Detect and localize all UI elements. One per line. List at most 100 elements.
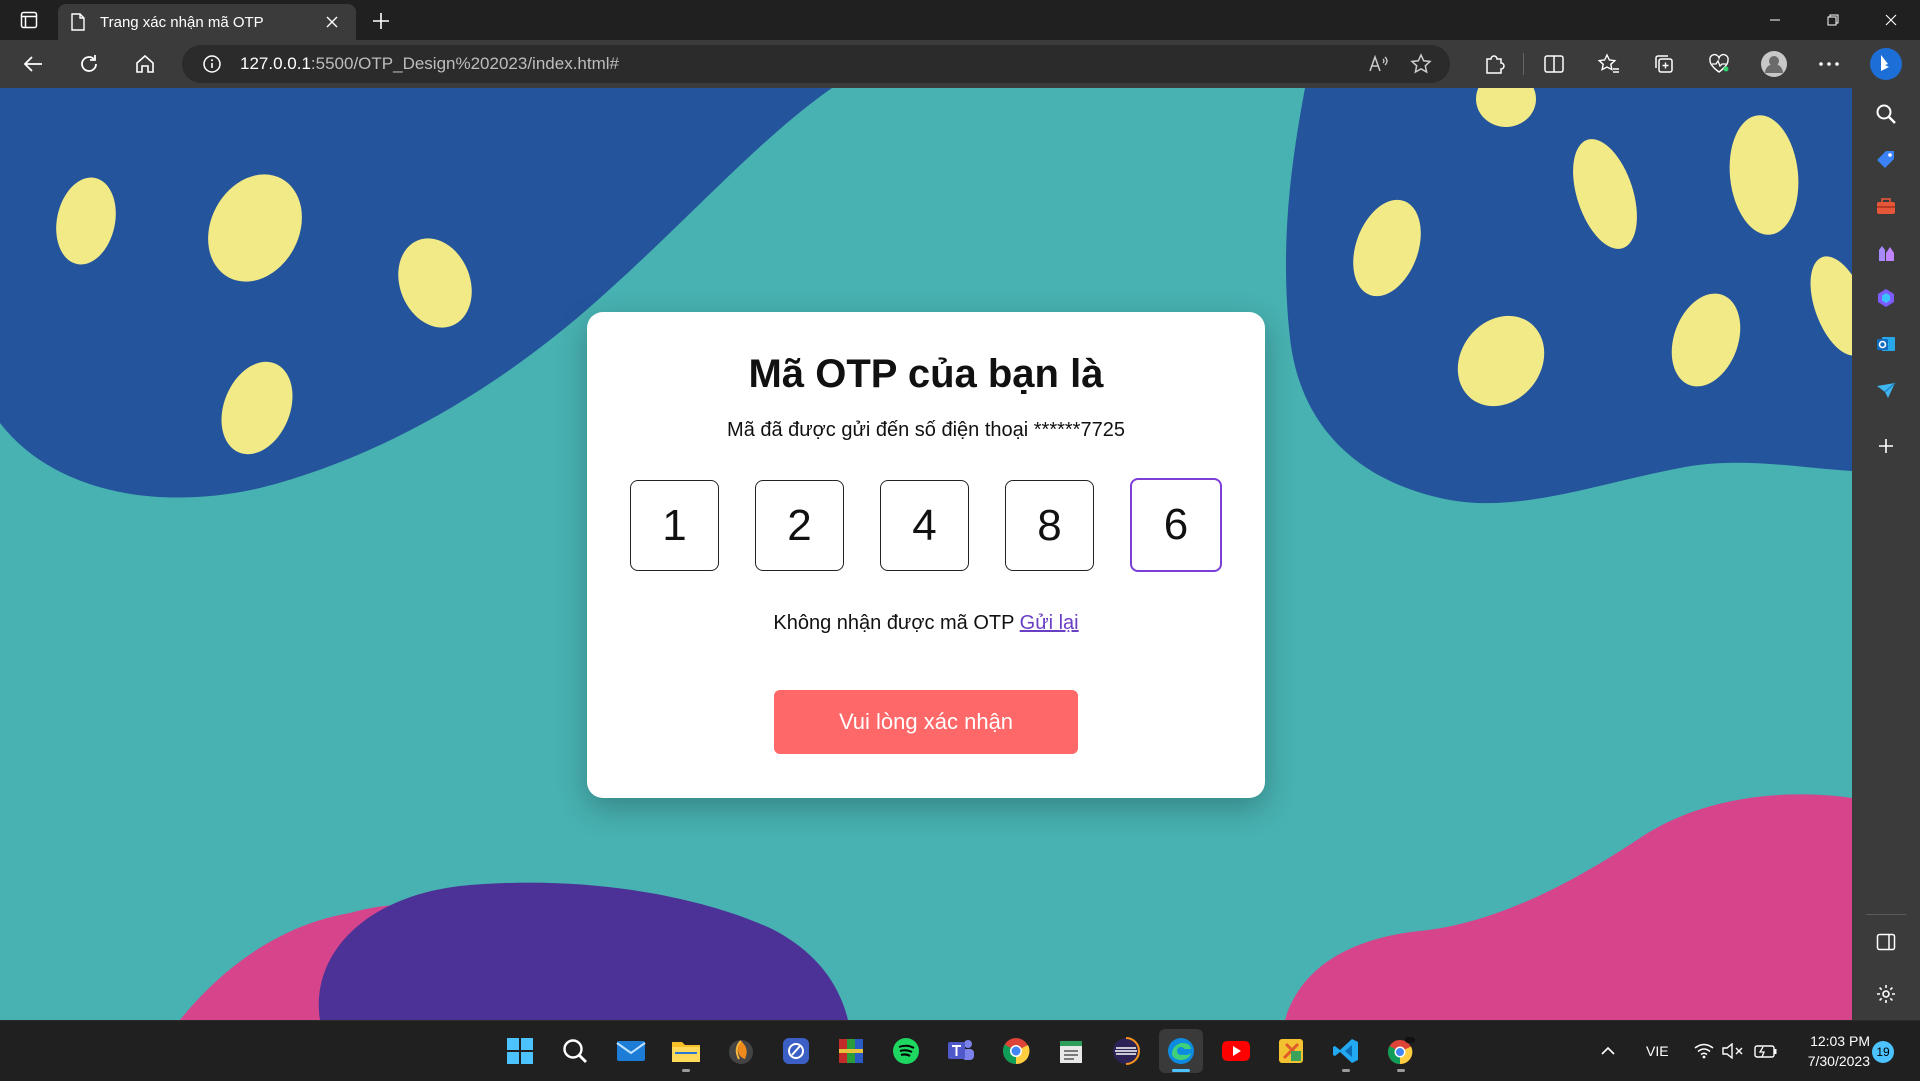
read-aloud-icon bbox=[1369, 54, 1388, 72]
taskbar-youtube[interactable] bbox=[1214, 1029, 1258, 1073]
sidebar-settings-button[interactable] bbox=[1852, 970, 1920, 1018]
teams-icon bbox=[948, 1040, 974, 1060]
otp-digit-1[interactable]: 1 bbox=[630, 480, 719, 571]
close-window-button[interactable] bbox=[1862, 0, 1920, 40]
sidebar-microsoft365-button[interactable] bbox=[1852, 274, 1920, 322]
notepad-icon bbox=[1060, 1041, 1082, 1063]
bing-copilot-button[interactable] bbox=[1852, 40, 1920, 88]
taskbar-search-button[interactable] bbox=[553, 1029, 597, 1073]
running-indicator bbox=[1397, 1069, 1405, 1072]
paper-plane-icon bbox=[1877, 382, 1896, 398]
profile-button[interactable] bbox=[1746, 40, 1801, 88]
more-dots-icon bbox=[1818, 62, 1839, 66]
browser-tab[interactable]: Trang xác nhận mã OTP bbox=[58, 4, 356, 40]
sidebar-outlook-button[interactable] bbox=[1852, 320, 1920, 368]
taskbar-chrome-beta[interactable] bbox=[1379, 1029, 1423, 1073]
site-info-icon[interactable] bbox=[202, 54, 222, 74]
otp-digit-2[interactable]: 2 bbox=[755, 480, 844, 571]
split-screen-button[interactable] bbox=[1526, 40, 1581, 88]
tab-actions-button[interactable] bbox=[0, 0, 58, 40]
sidebar-panel-icon bbox=[1876, 933, 1896, 951]
windows-taskbar: VIE 12:03 PM 7/30/2023 19 bbox=[0, 1020, 1920, 1080]
sidebar-shopping-button[interactable] bbox=[1852, 136, 1920, 184]
tray-overflow-button[interactable] bbox=[1600, 1021, 1616, 1081]
otp-digit-5[interactable]: 6 bbox=[1130, 478, 1222, 572]
vscode-icon bbox=[1333, 1039, 1358, 1063]
taskbar-file-explorer[interactable] bbox=[664, 1029, 708, 1073]
extensions-button[interactable] bbox=[1466, 40, 1521, 88]
taskbar-game-launcher[interactable] bbox=[774, 1029, 818, 1073]
taskbar-tools-app[interactable] bbox=[1269, 1029, 1313, 1073]
back-button[interactable] bbox=[12, 46, 54, 82]
taskbar-fl-studio[interactable] bbox=[719, 1029, 763, 1073]
tab-strip: Trang xác nhận mã OTP bbox=[0, 0, 1920, 40]
taskbar-winrar[interactable] bbox=[829, 1029, 873, 1073]
collections-button[interactable] bbox=[1636, 40, 1691, 88]
taskbar-edge[interactable] bbox=[1159, 1029, 1203, 1073]
page-title: Mã OTP của bạn là bbox=[748, 352, 1104, 396]
refresh-icon bbox=[81, 55, 97, 72]
sidebar-add-button[interactable] bbox=[1852, 422, 1920, 470]
outlook-icon bbox=[1877, 337, 1895, 351]
taskbar-chrome[interactable] bbox=[994, 1029, 1038, 1073]
star-icon bbox=[1410, 53, 1432, 74]
start-button[interactable] bbox=[498, 1029, 542, 1073]
address-bar[interactable]: 127.0.0.1:5500/OTP_Design%202023/index.h… bbox=[182, 45, 1450, 83]
taskbar-clock[interactable]: 12:03 PM 7/30/2023 bbox=[1790, 1031, 1870, 1071]
otp-digit-3[interactable]: 4 bbox=[880, 480, 969, 571]
wifi-status[interactable] bbox=[1694, 1021, 1714, 1081]
confirm-button[interactable]: Vui lòng xác nhận bbox=[774, 690, 1078, 754]
notification-badge[interactable]: 19 bbox=[1872, 1041, 1894, 1063]
taskbar-teams[interactable] bbox=[939, 1029, 983, 1073]
new-tab-button[interactable] bbox=[366, 6, 396, 36]
taskbar-spotify[interactable] bbox=[884, 1029, 928, 1073]
resend-line: Không nhận được mã OTP Gửi lại bbox=[587, 612, 1265, 635]
games-icon bbox=[1879, 246, 1894, 261]
winrar-icon bbox=[839, 1039, 863, 1063]
sidebar-tools-button[interactable] bbox=[1852, 182, 1920, 230]
taskbar-eclipse[interactable] bbox=[1104, 1029, 1148, 1073]
read-aloud-button[interactable] bbox=[1362, 49, 1396, 79]
volume-status[interactable] bbox=[1722, 1021, 1744, 1081]
battery-icon bbox=[1754, 1045, 1777, 1058]
back-arrow-icon bbox=[23, 56, 42, 72]
favorite-star-button[interactable] bbox=[1404, 49, 1438, 79]
refresh-button[interactable] bbox=[68, 46, 110, 82]
puzzle-icon bbox=[1485, 55, 1505, 74]
resend-link[interactable]: Gửi lại bbox=[1020, 612, 1079, 634]
home-button[interactable] bbox=[124, 46, 166, 82]
battery-status[interactable] bbox=[1754, 1021, 1778, 1081]
game-launcher-icon bbox=[783, 1038, 809, 1064]
browser-toolbar: 127.0.0.1:5500/OTP_Design%202023/index.h… bbox=[0, 40, 1920, 88]
windows-logo-icon bbox=[507, 1038, 533, 1064]
page-icon bbox=[71, 13, 85, 31]
restore-icon bbox=[1827, 14, 1839, 26]
chrome-icon bbox=[1002, 1038, 1030, 1065]
sidebar-games-button[interactable] bbox=[1852, 228, 1920, 276]
taskbar-mail[interactable] bbox=[609, 1029, 653, 1073]
edge-icon bbox=[1168, 1038, 1194, 1064]
restore-button[interactable] bbox=[1804, 0, 1862, 40]
hide-sidebar-button[interactable] bbox=[1852, 918, 1920, 966]
browser-essentials-button[interactable] bbox=[1691, 40, 1746, 88]
resend-text: Không nhận được mã OTP bbox=[773, 612, 1015, 634]
otp-digit-4[interactable]: 8 bbox=[1005, 480, 1094, 571]
url-text[interactable]: 127.0.0.1:5500/OTP_Design%202023/index.h… bbox=[240, 54, 1354, 74]
folder-icon bbox=[672, 1042, 700, 1062]
taskbar-notepad[interactable] bbox=[1049, 1029, 1093, 1073]
spotify-icon bbox=[893, 1038, 919, 1064]
sidebar-search-button[interactable] bbox=[1852, 90, 1920, 138]
close-tab-button[interactable] bbox=[320, 10, 344, 34]
otp-input-row: 1 2 4 8 6 bbox=[587, 478, 1265, 572]
more-menu-button[interactable] bbox=[1801, 40, 1856, 88]
close-icon bbox=[1885, 14, 1897, 26]
phone-subtitle: Mã đã được gửi đến số điện thoại ******7… bbox=[727, 419, 1125, 441]
split-screen-icon bbox=[1543, 55, 1564, 73]
language-indicator[interactable]: VIE bbox=[1646, 1021, 1669, 1081]
sidebar-drop-button[interactable] bbox=[1852, 366, 1920, 414]
sidebar-divider bbox=[1866, 914, 1906, 915]
tools-app-icon bbox=[1279, 1039, 1303, 1063]
taskbar-vscode[interactable] bbox=[1324, 1029, 1368, 1073]
favorites-button[interactable] bbox=[1581, 40, 1636, 88]
minimize-button[interactable] bbox=[1746, 0, 1804, 40]
